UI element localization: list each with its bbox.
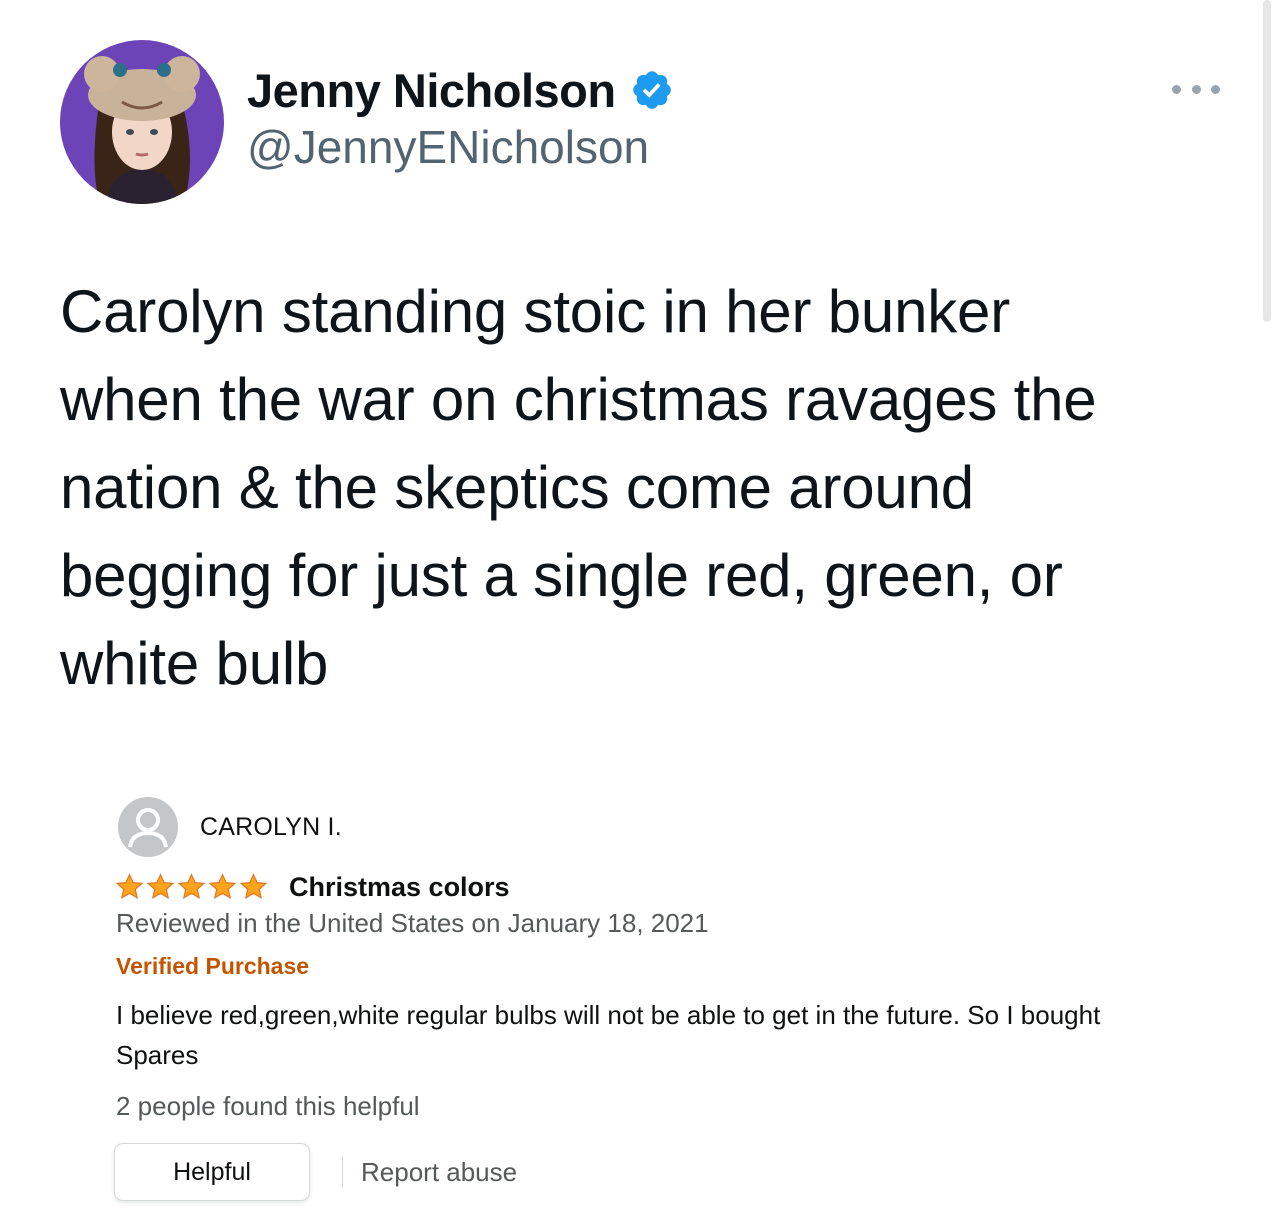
divider bbox=[342, 1157, 343, 1187]
scrollbar[interactable] bbox=[1263, 0, 1271, 322]
tweet-text-line: begging for just a single red, green, or bbox=[60, 542, 1063, 609]
ellipsis-icon bbox=[1172, 84, 1181, 94]
reviewer-row: CAROLYN I. bbox=[114, 795, 1224, 859]
helpful-count: 2 people found this helpful bbox=[116, 1091, 420, 1121]
reviewer-avatar-icon bbox=[118, 797, 178, 857]
star-icon bbox=[115, 873, 144, 899]
tweet-text-line: nation & the skeptics come around bbox=[60, 454, 974, 521]
avatar[interactable] bbox=[60, 40, 224, 204]
more-options-button[interactable] bbox=[1172, 74, 1220, 104]
tweet-text-line: Carolyn standing stoic in her bunker bbox=[60, 278, 1010, 345]
reviewer-name: CAROLYN I. bbox=[200, 812, 342, 841]
review-body-line: Spares bbox=[116, 1040, 199, 1070]
author-display-name[interactable]: Jenny Nicholson bbox=[247, 63, 616, 118]
star-rating bbox=[114, 872, 269, 902]
ellipsis-icon bbox=[1191, 84, 1201, 94]
author-handle[interactable]: @JennyENicholson bbox=[247, 120, 649, 174]
review-actions: Helpful Report abuse bbox=[114, 1143, 517, 1201]
review-body: I believe red,green,white regular bulbs … bbox=[116, 995, 1216, 1075]
star-icon bbox=[239, 873, 268, 899]
ellipsis-icon bbox=[1211, 84, 1220, 94]
review-body-line: I believe red,green,white regular bulbs … bbox=[116, 1000, 1101, 1030]
report-abuse-link[interactable]: Report abuse bbox=[361, 1157, 517, 1188]
rating-row: Christmas colors bbox=[114, 869, 510, 905]
tweet-text-line: when the war on christmas ravages the bbox=[60, 366, 1097, 433]
review-title[interactable]: Christmas colors bbox=[289, 872, 510, 903]
attached-review-image[interactable]: CAROLYN I. Christmas colors Reviewed in … bbox=[114, 795, 1224, 1201]
tweet-text-line: white bulb bbox=[60, 630, 329, 697]
verified-purchase-label: Verified Purchase bbox=[116, 953, 310, 979]
author-name-row[interactable]: Jenny Nicholson bbox=[247, 62, 674, 118]
tweet-text: Carolyn standing stoic in her bunker whe… bbox=[60, 268, 1250, 708]
star-icon bbox=[208, 873, 237, 899]
star-icon bbox=[177, 873, 206, 899]
helpful-button[interactable]: Helpful bbox=[114, 1143, 310, 1201]
review-date: Reviewed in the United States on January… bbox=[116, 908, 709, 938]
verified-badge-icon bbox=[630, 68, 674, 112]
star-icon bbox=[146, 873, 175, 899]
